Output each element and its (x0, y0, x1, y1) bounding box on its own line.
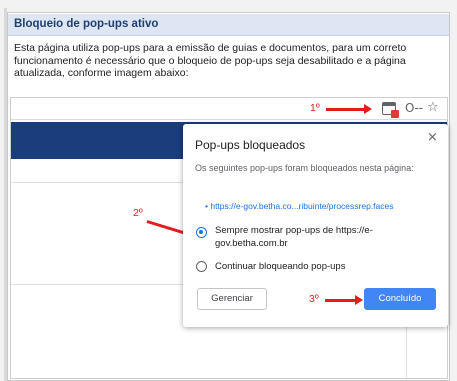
dialog-message: Esta página utiliza pop-ups para a emiss… (14, 42, 407, 79)
dialog-title-bar: Bloqueio de pop-ups ativo (8, 14, 449, 36)
popup-description: Os seguintes pop-ups foram bloqueados ne… (195, 163, 414, 173)
step-1-label: 1º (310, 102, 320, 114)
page-frame: Bloqueio de pop-ups ativo Esta página ut… (0, 0, 457, 381)
blocked-popup-link[interactable]: • https://e-gov.betha.co...ribuinte/proc… (205, 201, 394, 211)
browser-address-bar: 1º O‑‑ ☆ (11, 98, 447, 120)
manage-button[interactable]: Gerenciar (197, 288, 267, 310)
close-icon[interactable]: × (427, 130, 438, 145)
step-3-arrow (325, 295, 363, 305)
step-1-arrow (326, 104, 372, 114)
always-show-label[interactable]: Sempre mostrar pop-ups de https://e-gov.… (215, 225, 415, 250)
keep-blocking-radio[interactable] (196, 261, 207, 272)
always-show-radio[interactable] (196, 227, 207, 238)
step-3-label: 3º (309, 293, 319, 305)
star-icon[interactable]: ☆ (427, 100, 439, 115)
keep-blocking-label[interactable]: Continuar bloqueando pop-ups (215, 261, 345, 272)
popup-blocked-icon[interactable] (382, 102, 399, 118)
dialog-title: Bloqueio de pop-ups ativo (14, 18, 159, 30)
step-2-label: 2º (133, 207, 143, 219)
done-button[interactable]: Concluído (364, 288, 436, 310)
popup-title: Pop-ups bloqueados (195, 138, 306, 152)
key-icon[interactable]: O‑‑ (405, 101, 423, 115)
